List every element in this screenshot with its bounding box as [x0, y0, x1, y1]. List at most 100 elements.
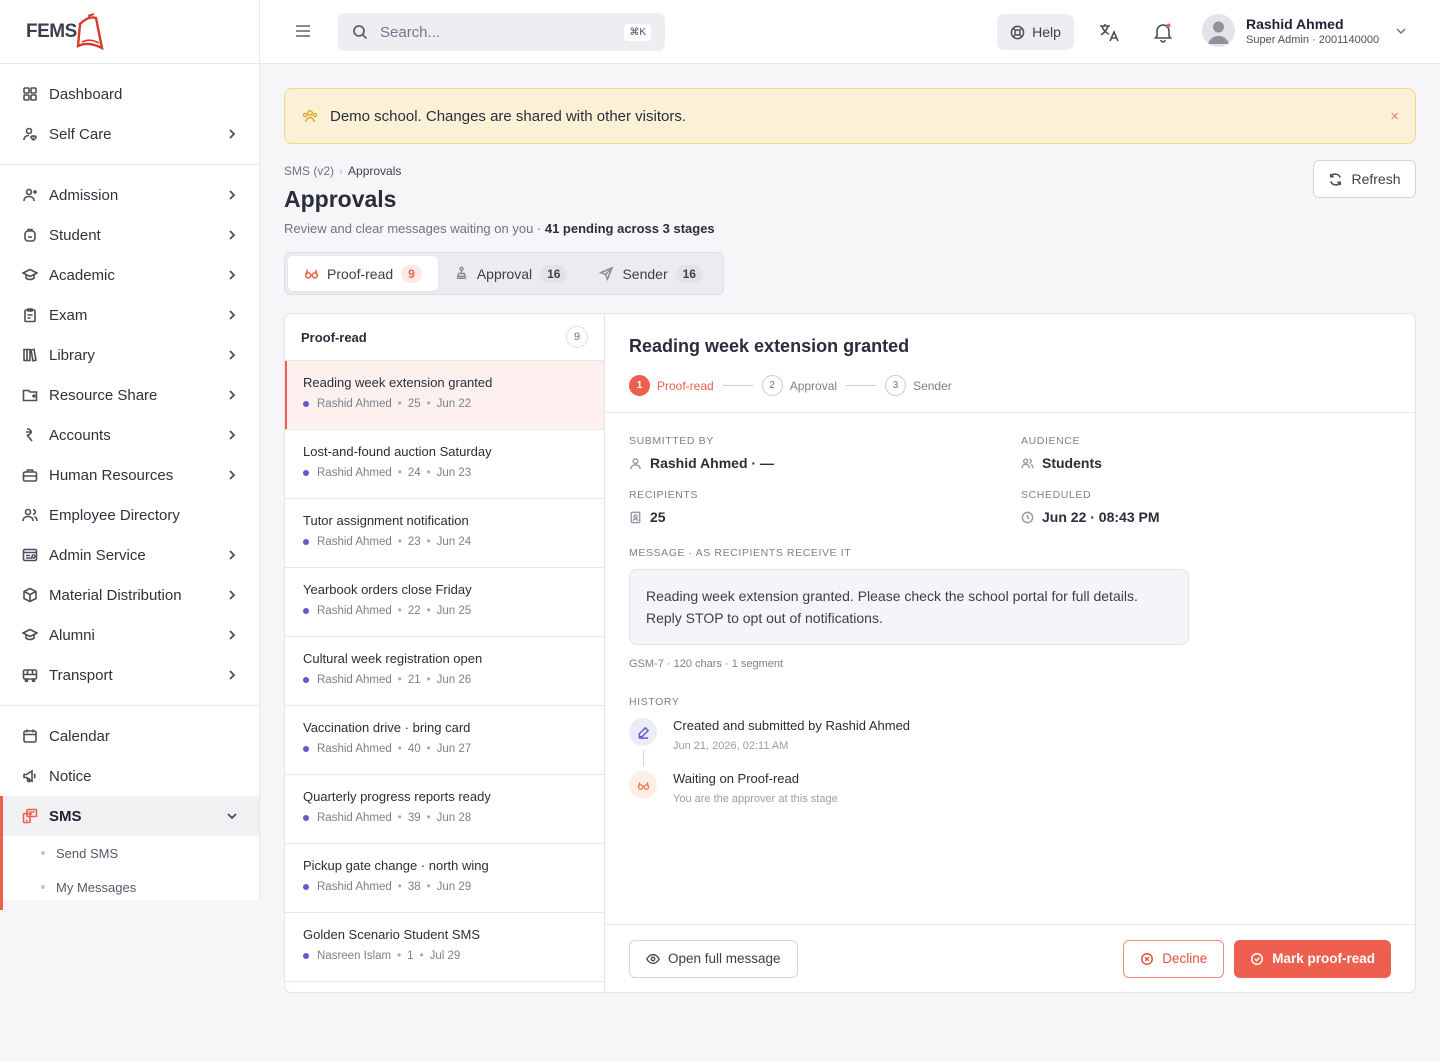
help-button[interactable]: Help — [997, 14, 1074, 50]
x-circle-icon — [1141, 952, 1154, 965]
books-icon — [22, 347, 38, 363]
list-item-recipients: 39 — [407, 812, 421, 824]
step-approval: 2 Approval — [761, 375, 838, 396]
sidebar-item-label: Accounts — [49, 426, 111, 444]
sms-icon — [22, 808, 38, 824]
translate-icon[interactable] — [1098, 21, 1120, 43]
step-label: Approval — [789, 378, 838, 393]
message-list: Proof-read 9 Reading week extension gran… — [285, 314, 605, 992]
user-heart-icon — [22, 126, 38, 142]
sidebar-subitem-send-sms[interactable]: Send SMS — [3, 836, 259, 870]
nav-group-main: Dashboard Self Care — [0, 64, 259, 165]
sidebar-item-label: Student — [49, 226, 101, 244]
grid-icon — [22, 86, 38, 102]
list-item-title: Reading week extension granted — [303, 375, 493, 390]
admin-icon — [22, 547, 38, 563]
stage-tabs: Proof-read 9 Approval 16 Sender 16 — [284, 252, 724, 295]
sidebar-item-notice[interactable]: Notice — [0, 756, 259, 796]
sidebar-item-alumni[interactable]: Alumni — [0, 615, 259, 655]
list-item-meta: Rashid Ahmed • 39 • Jun 28 — [303, 812, 586, 824]
list-item-date: Jun 26 — [436, 674, 472, 686]
sidebar-item-human-resources[interactable]: Human Resources — [0, 455, 259, 495]
brand-logo[interactable]: FEMS — [0, 0, 259, 64]
topbar: ⌘K Help Rashid Ahmed Super Admin · 20011… — [260, 0, 1440, 64]
sidebar-item-accounts[interactable]: Accounts — [0, 415, 259, 455]
sidebar-item-resource-share[interactable]: Resource Share — [0, 375, 259, 415]
list-item-meta: Rashid Ahmed • 40 • Jun 27 — [303, 743, 586, 755]
sidebar-item-student[interactable]: Student — [0, 215, 259, 255]
sidebar-item-academic[interactable]: Academic — [0, 255, 259, 295]
tab-proof-read[interactable]: Proof-read 9 — [288, 256, 438, 291]
breadcrumb-parent[interactable]: SMS (v2) — [284, 164, 334, 178]
user-menu[interactable]: Rashid Ahmed Super Admin · 2001140000 — [1202, 14, 1407, 47]
sidebar-item-library[interactable]: Library — [0, 335, 259, 375]
list-item[interactable]: Vaccination drive · bring card Rashid Ahm… — [285, 706, 604, 775]
sidebar-item-transport[interactable]: Transport — [0, 655, 259, 695]
menu-toggle-icon[interactable] — [295, 24, 311, 38]
glasses-icon — [629, 771, 657, 799]
refresh-button[interactable]: Refresh — [1313, 160, 1416, 198]
list-item[interactable]: Reading week extension granted Rashid Ahm… — [285, 361, 604, 430]
clock-icon — [1021, 511, 1034, 523]
megaphone-icon — [22, 768, 38, 784]
list-item[interactable]: Yearbook orders close Friday Rashid Ahmed… — [285, 568, 604, 637]
list-item[interactable]: Quarterly progress reports ready Rashid A… — [285, 775, 604, 844]
graduation-cap-icon — [22, 267, 38, 283]
message-label: MESSAGE · AS RECIPIENTS RECEIVE IT — [629, 547, 852, 559]
list-item-date: Jun 25 — [436, 605, 472, 617]
sidebar-item-employee-directory[interactable]: Employee Directory — [0, 495, 259, 535]
sidebar-item-label: Notice — [49, 767, 92, 785]
sidebar-item-admin-service[interactable]: Admin Service — [0, 535, 259, 575]
history-title: Created and submitted by Rashid Ahmed — [673, 718, 911, 733]
list-item-author: Rashid Ahmed — [317, 398, 392, 410]
bell-icon[interactable] — [1152, 21, 1174, 43]
user-plus-icon — [22, 187, 38, 203]
decline-button[interactable]: Decline — [1123, 939, 1225, 978]
sidebar-item-calendar[interactable]: Calendar — [0, 716, 259, 756]
recipients-value: 25 — [650, 509, 666, 525]
sidebar-item-label: Employee Directory — [49, 506, 180, 524]
contacts-icon — [630, 511, 641, 523]
history-label: HISTORY — [629, 696, 680, 708]
search-input[interactable] — [380, 23, 625, 41]
list-item[interactable]: Golden Scenario Student SMS Nasreen Islam… — [285, 913, 604, 982]
chevron-right-icon — [225, 668, 239, 682]
sidebar-subitem-my-messages[interactable]: My Messages — [3, 870, 259, 904]
search-box[interactable]: ⌘K — [338, 13, 665, 51]
list-item[interactable]: Cultural week registration open Rashid Ah… — [285, 637, 604, 706]
nav-group-comm: Calendar Notice SMS Send SMS My Messages — [0, 706, 259, 910]
sidebar-item-exam[interactable]: Exam — [0, 295, 259, 335]
sidebar-item-sms[interactable]: SMS — [0, 796, 259, 836]
list-item-meta: Rashid Ahmed • 25 • Jun 22 — [303, 398, 586, 410]
breadcrumb-current: Approvals — [348, 164, 402, 178]
status-dot — [303, 677, 309, 683]
mark-proof-read-button[interactable]: Mark proof-read — [1234, 939, 1391, 978]
list-item[interactable]: Pickup gate change · north wing Rashid Ah… — [285, 844, 604, 913]
list-item-meta: Rashid Ahmed • 22 • Jun 25 — [303, 605, 586, 617]
sidebar-item-material-distribution[interactable]: Material Distribution — [0, 575, 259, 615]
send-icon — [599, 266, 614, 281]
list-item-meta: Rashid Ahmed • 23 • Jun 24 — [303, 536, 586, 548]
list-item[interactable]: Lost-and-found auction Saturday Rashid Ah… — [285, 430, 604, 499]
sidebar-item-self-care[interactable]: Self Care — [0, 114, 259, 154]
open-full-message-button[interactable]: Open full message — [629, 939, 798, 978]
sidebar-item-admission[interactable]: Admission — [0, 175, 259, 215]
logo-text: FEMS — [26, 20, 77, 42]
list-item-title: Lost-and-found auction Saturday — [303, 444, 492, 459]
close-icon[interactable]: × — [1390, 108, 1399, 125]
chevron-right-icon — [225, 127, 239, 141]
help-label: Help — [1032, 24, 1061, 40]
search-icon — [353, 25, 368, 40]
tab-label: Sender — [622, 265, 668, 282]
banner-text: Demo school. Changes are shared with oth… — [330, 107, 687, 125]
tab-sender[interactable]: Sender 16 — [583, 256, 719, 291]
step-label: Sender — [913, 378, 952, 393]
sidebar-item-dashboard[interactable]: Dashboard — [0, 74, 259, 114]
list-item[interactable]: Tutor assignment notification Rashid Ahme… — [285, 499, 604, 568]
status-dot — [303, 815, 309, 821]
status-dot — [303, 746, 309, 752]
chevron-right-icon — [225, 188, 239, 202]
tab-approval[interactable]: Approval 16 — [438, 256, 584, 291]
main-content: Demo school. Changes are shared with oth… — [284, 88, 1416, 993]
sidebar-item-label: Resource Share — [49, 386, 158, 404]
